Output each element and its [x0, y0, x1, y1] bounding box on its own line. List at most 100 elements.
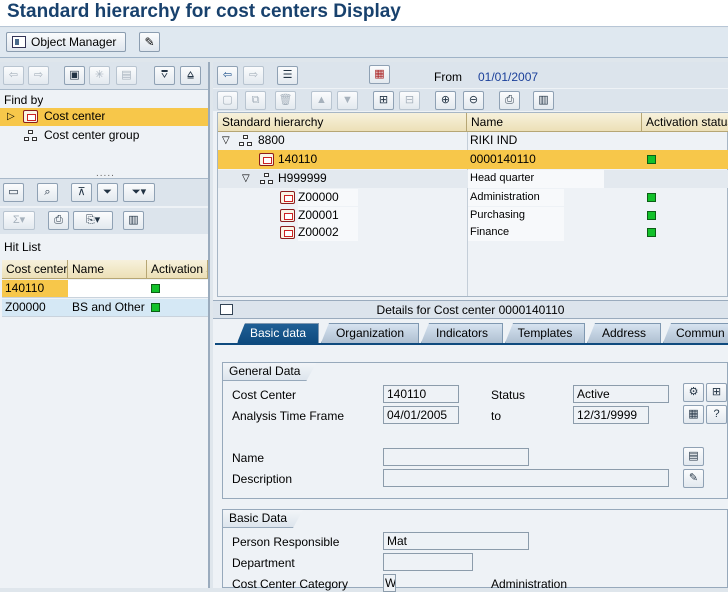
time-help-button[interactable]: ?	[706, 405, 727, 424]
find-item-cost-center[interactable]: ▷ Cost center	[0, 108, 208, 126]
column-activation[interactable]: Activation s	[147, 260, 208, 279]
table-row[interactable]: 140110	[2, 280, 208, 298]
cost-center-category-field[interactable]: W	[383, 574, 396, 592]
forward-button[interactable]: ⇨	[28, 66, 49, 85]
layout-button[interactable]: ▥	[123, 211, 144, 230]
list-icon: ☰	[282, 69, 293, 81]
tree-row[interactable]: ▽ 8800 RIKI IND	[218, 132, 728, 150]
tab-organization[interactable]: Organization	[321, 323, 419, 343]
tree-row[interactable]: ▽ H999999 Head quarter	[218, 170, 728, 188]
node-id: Z00001	[298, 207, 358, 224]
column-activation-status[interactable]: Activation status	[642, 113, 728, 132]
select-button[interactable]: ▣	[64, 66, 85, 85]
tree-row[interactable]: Z00002 Finance	[218, 224, 728, 242]
forward-icon: ⇨	[248, 69, 259, 81]
expand-button[interactable]: ⩢	[154, 66, 175, 85]
column-cost-center[interactable]: Cost center	[2, 260, 68, 279]
analysis-from-field[interactable]: 04/01/2005	[383, 406, 459, 424]
tree-row[interactable]: Z00001 Purchasing	[218, 207, 728, 225]
left-toolbar: ⇦ ⇨ ▣ ✳ ▤ ⩢ ⩠	[0, 62, 208, 90]
column-name[interactable]: Name	[467, 113, 642, 132]
from-date[interactable]: 01/01/2007	[478, 69, 538, 86]
category-text: Administration	[491, 577, 568, 591]
create-button[interactable]: ▢	[217, 91, 238, 110]
hierarchy-tree: Standard hierarchy Name Activation statu…	[217, 112, 728, 297]
object-manager-button[interactable]: Object Manager	[6, 32, 126, 52]
tree-row[interactable]: Z00000 Administration	[218, 189, 728, 207]
collapse-button[interactable]: ⩠	[180, 66, 201, 85]
node-name: Administration	[468, 189, 564, 206]
help-icon: ?	[713, 408, 720, 420]
print-button[interactable]: ⎙	[48, 211, 69, 230]
calendar-button[interactable]: ▦	[369, 65, 390, 84]
subtree-icon: ▤	[121, 69, 132, 81]
cost-center-field[interactable]: 140110	[383, 385, 459, 403]
expand-all-button[interactable]: ⊕	[435, 91, 456, 110]
node-button[interactable]: ✳	[89, 66, 110, 85]
table-row[interactable]: Z00000 BS and Other	[2, 299, 208, 317]
analysis-time-frame-label: Analysis Time Frame	[232, 409, 345, 423]
filter-menu-button[interactable]: ⏷▾	[123, 183, 155, 202]
column-standard-hierarchy[interactable]: Standard hierarchy	[218, 113, 467, 132]
hierarchy-icon	[24, 130, 38, 142]
back-button[interactable]: ⇦	[217, 66, 238, 85]
details-icon: ▭	[8, 186, 19, 198]
tab-indicators[interactable]: Indicators	[421, 323, 503, 343]
find-item-label: Cost center	[44, 109, 106, 123]
delete-button[interactable]: 🗑	[275, 91, 296, 110]
toggle-edit-button[interactable]: ✎	[139, 32, 160, 52]
hit-cost-center: Z00000	[5, 300, 46, 314]
collapse-all-button[interactable]: ⊖	[463, 91, 484, 110]
find-item-cost-center-group[interactable]: Cost center group	[0, 127, 208, 145]
tab-basic-data[interactable]: Basic data	[237, 323, 319, 343]
find-button[interactable]: ⌕	[37, 183, 58, 202]
person-responsible-field[interactable]: Mat	[383, 532, 529, 550]
node-name: 0000140110	[470, 152, 536, 166]
texts-button[interactable]: ▤	[683, 447, 704, 466]
hierarchy-button[interactable]: ⊞	[373, 91, 394, 110]
department-field[interactable]	[383, 553, 473, 571]
tree-row-selected[interactable]: 140110 0000140110	[218, 150, 728, 169]
list-button[interactable]: ☰	[277, 66, 298, 85]
forward-button[interactable]: ⇨	[243, 66, 264, 85]
drilldown-icon: ⊞	[711, 386, 722, 398]
department-label: Department	[232, 556, 295, 570]
edit-text-button[interactable]: ✎	[683, 469, 704, 488]
hierarchy-icon	[239, 135, 253, 147]
change-documents-button[interactable]: ⚙	[683, 383, 704, 402]
select-icon: ▣	[69, 69, 80, 81]
collapse-icon: ⩠	[187, 69, 194, 81]
time-slice-button[interactable]: ▦	[683, 405, 704, 424]
description-field[interactable]	[383, 469, 669, 487]
move-down-button[interactable]: ▼	[337, 91, 358, 110]
copy-button[interactable]: ⧉	[245, 91, 266, 110]
reassign-button[interactable]: ⊟	[399, 91, 420, 110]
tab-address[interactable]: Address	[587, 323, 661, 343]
sort-icon: ⊼	[77, 186, 86, 198]
subtree-button[interactable]: ▤	[116, 66, 137, 85]
time-slice-icon: ▦	[688, 408, 699, 420]
tab-templates[interactable]: Templates	[505, 323, 585, 343]
print-button[interactable]: ⎙	[499, 91, 520, 110]
column-name[interactable]: Name	[68, 260, 147, 279]
details-button[interactable]: ▭	[3, 183, 24, 202]
node-id: Z00002	[298, 224, 358, 241]
tab-communication[interactable]: Commun	[663, 323, 728, 343]
analysis-to-field[interactable]: 12/31/9999	[573, 406, 649, 424]
sum-button[interactable]: Σ▾	[3, 211, 35, 230]
filter-button[interactable]: ⏷	[97, 183, 118, 202]
hit-cost-center: 140110	[2, 280, 68, 297]
node-id: H999999	[278, 171, 327, 185]
texts-icon: ▤	[688, 450, 699, 462]
export-button[interactable]: ⎘▾	[73, 211, 113, 230]
move-up-icon: ▲	[316, 94, 327, 106]
status-field[interactable]: Active	[573, 385, 669, 403]
name-field[interactable]	[383, 448, 529, 466]
layout-button[interactable]: ▥	[533, 91, 554, 110]
drilldown-button[interactable]: ⊞	[706, 383, 727, 402]
move-up-button[interactable]: ▲	[311, 91, 332, 110]
general-data-group: General Data Cost Center 140110 Status A…	[222, 362, 728, 499]
status-green-icon	[647, 193, 656, 202]
sort-button[interactable]: ⊼	[71, 183, 92, 202]
back-button[interactable]: ⇦	[3, 66, 24, 85]
